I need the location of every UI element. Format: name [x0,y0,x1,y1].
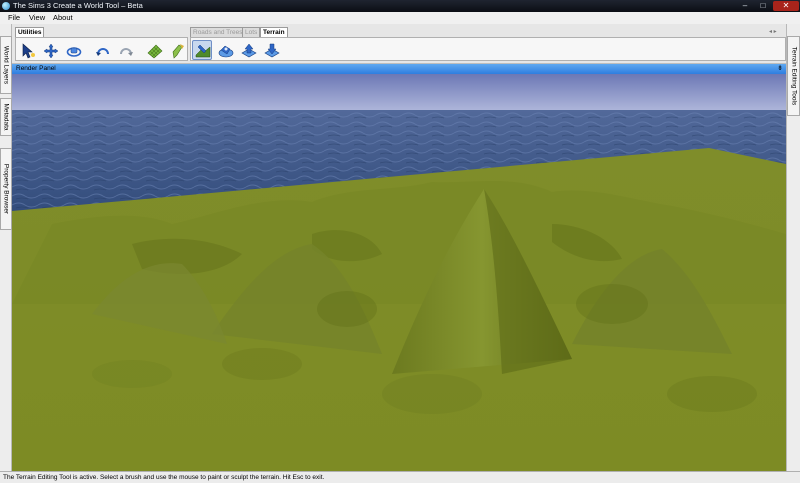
terrain-raise-icon[interactable] [238,40,258,60]
toolbar-area: Utilities Roads and Trees Lots Terrain ◂… [12,24,786,64]
menu-view[interactable]: View [29,13,45,23]
terrain-lower-icon[interactable] [261,40,281,60]
undo-icon[interactable] [92,40,112,60]
metadata-tab[interactable]: Metadata [0,98,12,136]
title-bar[interactable]: The Sims 3 Create a World Tool – Beta – … [0,0,800,12]
camera-orbit-icon[interactable] [63,40,83,60]
tab-roads-and-trees[interactable]: Roads and Trees [190,27,246,37]
app-window: The Sims 3 Create a World Tool – Beta – … [0,0,800,483]
right-panel-rail: Terrain Editing Tools [786,24,800,471]
terrain-scene [12,74,786,471]
select-arrow-icon[interactable] [17,40,37,60]
utilities-toolbar [15,37,188,61]
terrain-toolbar [190,37,786,61]
terrain-editing-tools-label: Terrain Editing Tools [790,46,797,106]
menu-about[interactable]: About [53,13,73,23]
tab-utilities[interactable]: Utilities [15,27,45,37]
status-message: The Terrain Editing Tool is active. Sele… [3,474,325,481]
status-bar: The Terrain Editing Tool is active. Sele… [0,471,800,483]
brush-pick-icon[interactable] [167,40,187,60]
close-button[interactable]: ✕ [773,1,799,11]
property-browser-label: Property Browser [2,163,10,215]
tab-scroll-arrows[interactable]: ◂ ▸ [769,28,777,35]
world-layers-label: World Layers [2,45,10,85]
menu-file[interactable]: File [8,13,20,23]
app-icon [2,2,10,10]
maximize-button[interactable]: □ [755,1,771,11]
property-browser-tab[interactable]: Property Browser [0,148,12,230]
redo-icon[interactable] [115,40,135,60]
tab-terrain[interactable]: Terrain [260,27,288,37]
menu-bar: File View About [0,12,800,24]
terrain-sculpt-icon[interactable] [192,40,212,60]
render-panel-header[interactable]: Render Panel ⇟ [12,64,786,74]
grid-icon[interactable] [144,40,164,60]
minimize-button[interactable]: – [737,1,753,11]
render-viewport[interactable] [12,74,786,471]
main-tab-strip: Roads and Trees Lots Terrain [190,27,320,37]
left-panel-rail: World Layers Metadata Property Browser [0,24,12,471]
window-title: The Sims 3 Create a World Tool – Beta [13,1,143,10]
terrain-editing-tools-tab[interactable]: Terrain Editing Tools [787,36,800,116]
pin-icon[interactable]: ⇟ [777,64,783,73]
render-panel-title: Render Panel [16,65,56,72]
tab-lots[interactable]: Lots [242,27,261,37]
utilities-tab-strip: Utilities [15,27,45,37]
move-icon[interactable] [40,40,60,60]
terrain-smooth-icon[interactable] [215,40,235,60]
metadata-label: Metadata [2,103,10,131]
world-layers-tab[interactable]: World Layers [0,36,12,94]
